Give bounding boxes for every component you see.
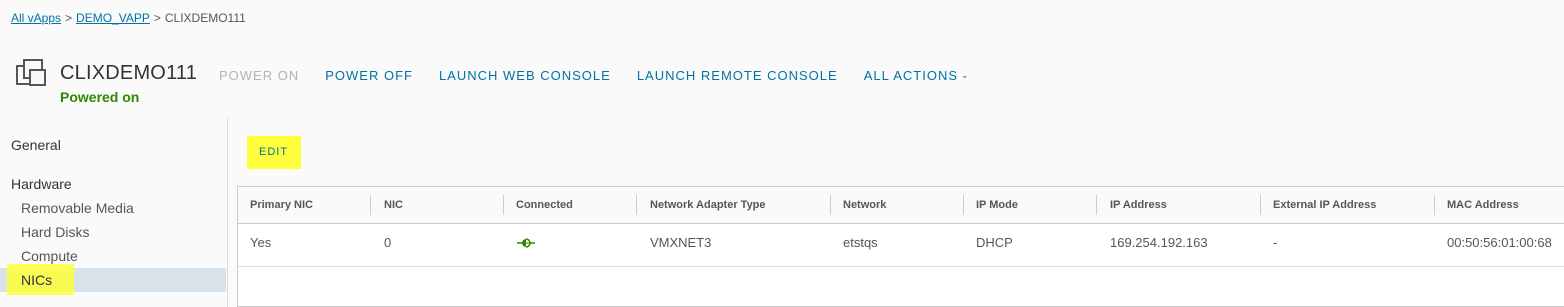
column-divider[interactable]: [636, 195, 637, 215]
column-header-ip-address[interactable]: IP Address: [1110, 199, 1167, 211]
chevron-down-icon: ⌄: [961, 70, 970, 80]
column-divider[interactable]: [1096, 195, 1097, 215]
column-divider[interactable]: [1434, 195, 1435, 215]
cell-nic: 0: [384, 235, 392, 250]
column-divider[interactable]: [503, 195, 504, 215]
vm-icon: [16, 59, 46, 86]
cell-mac-address: 00:50:56:01:00:68: [1447, 235, 1552, 250]
datagrid-header: Primary NIC NIC Connected Network Adapte…: [238, 187, 1564, 224]
breadcrumb-all-vapps[interactable]: All vApps: [11, 11, 61, 25]
action-bar: POWER ON POWER OFF LAUNCH WEB CONSOLE LA…: [219, 68, 996, 83]
column-header-nic[interactable]: NIC: [384, 199, 403, 211]
launch-web-console-button[interactable]: LAUNCH WEB CONSOLE: [439, 68, 611, 83]
cell-ip-mode: DHCP: [976, 235, 1013, 250]
column-header-connected[interactable]: Connected: [516, 199, 573, 211]
all-actions-dropdown[interactable]: ALL ACTIONS ⌄: [864, 68, 970, 83]
sidebar-item-general[interactable]: General: [11, 137, 61, 153]
all-actions-label: ALL ACTIONS: [863, 68, 959, 83]
cell-external-ip: -: [1273, 235, 1278, 250]
column-header-network[interactable]: Network: [843, 199, 886, 211]
column-divider[interactable]: [1260, 195, 1261, 215]
vm-name: CLIXDEMO111: [60, 62, 198, 84]
column-divider[interactable]: [963, 195, 964, 215]
cell-network: etstqs: [843, 235, 878, 250]
cell-adapter-type: VMXNET3: [650, 235, 712, 250]
launch-remote-console-button[interactable]: LAUNCH REMOTE CONSOLE: [637, 68, 838, 83]
breadcrumb-demo-vapp[interactable]: DEMO_VAPP: [76, 11, 150, 25]
sidebar-item-hard-disks[interactable]: Hard Disks: [0, 220, 226, 244]
table-row[interactable]: Yes 0 VMXNET3 etstqs DHCP 169.254.192.16…: [238, 223, 1564, 267]
breadcrumb-separator: >: [65, 11, 73, 25]
cell-ip-address: 169.254.192.163: [1110, 235, 1208, 250]
column-divider[interactable]: [830, 195, 831, 215]
column-divider[interactable]: [370, 195, 371, 215]
power-on-button[interactable]: POWER ON: [219, 68, 299, 83]
edit-button[interactable]: EDIT: [259, 146, 288, 158]
breadcrumb-separator: >: [153, 11, 161, 25]
column-header-mac-address[interactable]: MAC Address: [1447, 199, 1519, 211]
column-header-external-ip[interactable]: External IP Address: [1273, 199, 1376, 211]
vm-power-status: Powered on: [60, 89, 140, 105]
breadcrumb: All vApps > DEMO_VAPP > CLIXDEMO111: [11, 11, 246, 25]
sidebar-section-hardware: Hardware: [11, 176, 72, 192]
nic-datagrid: Primary NIC NIC Connected Network Adapte…: [237, 186, 1564, 307]
cell-primary-nic: Yes: [250, 235, 272, 250]
column-header-ip-mode[interactable]: IP Mode: [976, 199, 1018, 211]
breadcrumb-current: CLIXDEMO111: [164, 11, 246, 25]
column-header-primary-nic[interactable]: Primary NIC: [250, 199, 313, 211]
power-off-button[interactable]: POWER OFF: [325, 68, 413, 83]
column-header-adapter-type[interactable]: Network Adapter Type: [650, 199, 766, 211]
connected-icon: [517, 238, 535, 248]
sidebar-item-removable-media[interactable]: Removable Media: [0, 196, 226, 220]
sidebar-item-nics-label[interactable]: NICs: [0, 268, 226, 292]
